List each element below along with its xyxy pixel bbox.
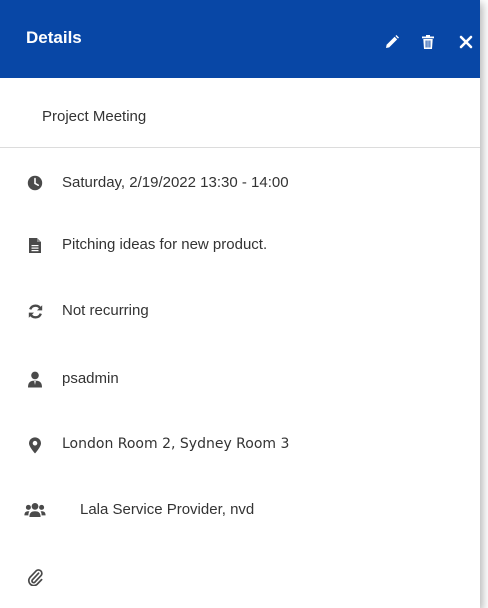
event-attendees: Lala Service Provider, nvd bbox=[80, 501, 255, 518]
datetime-row: Saturday, 2/19/2022 13:30 - 14:00 bbox=[0, 170, 480, 196]
pencil-icon bbox=[386, 35, 399, 48]
refresh-icon bbox=[26, 302, 44, 320]
clock-icon bbox=[26, 174, 44, 192]
details-panel: Details Project Meeting Saturday, 2/19/2… bbox=[0, 0, 480, 608]
recurrence-row: Not recurring bbox=[0, 298, 480, 324]
document-icon bbox=[26, 236, 44, 254]
delete-button[interactable] bbox=[418, 32, 438, 52]
map-pin-icon bbox=[26, 436, 44, 454]
event-organizer: psadmin bbox=[62, 370, 119, 387]
trash-icon bbox=[422, 35, 434, 49]
details-title: Details bbox=[26, 28, 82, 47]
event-location: London Room 2, Sydney Room 3 bbox=[62, 436, 290, 452]
details-header: Details bbox=[0, 0, 480, 78]
location-row: London Room 2, Sydney Room 3 bbox=[0, 432, 480, 458]
event-recurrence: Not recurring bbox=[62, 302, 149, 319]
event-subject: Project Meeting bbox=[42, 108, 147, 125]
close-icon bbox=[459, 35, 473, 49]
event-datetime: Saturday, 2/19/2022 13:30 - 14:00 bbox=[62, 174, 289, 191]
description-row: Pitching ideas for new product. bbox=[0, 232, 480, 258]
users-icon bbox=[24, 501, 46, 519]
attendees-row: Lala Service Provider, nvd bbox=[0, 497, 480, 523]
close-button[interactable] bbox=[456, 32, 476, 52]
attachments-row bbox=[0, 564, 480, 590]
event-description: Pitching ideas for new product. bbox=[62, 236, 268, 253]
divider bbox=[0, 147, 480, 148]
user-icon bbox=[26, 370, 44, 388]
organizer-row: psadmin bbox=[0, 366, 480, 392]
paperclip-icon[interactable] bbox=[26, 568, 44, 586]
edit-button[interactable] bbox=[382, 32, 402, 52]
